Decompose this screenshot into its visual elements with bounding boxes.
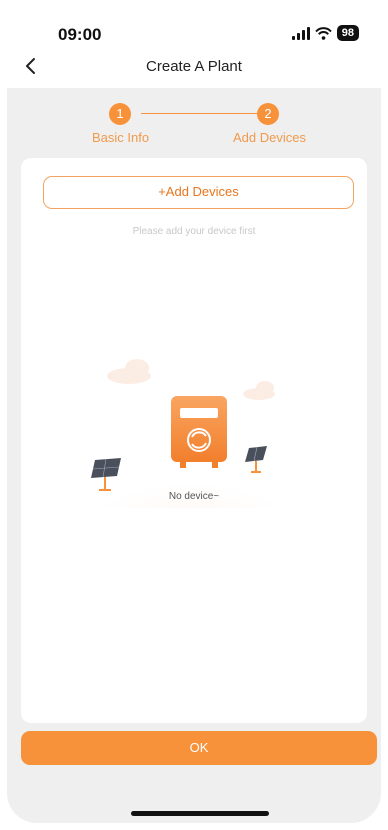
battery-icon: 98 <box>336 25 359 41</box>
step-2-circle: 2 <box>257 103 279 125</box>
add-devices-button[interactable]: +Add Devices <box>43 176 354 209</box>
empty-state-text: No device~ <box>168 491 220 502</box>
device-card: +Add Devices Please add your device firs… <box>21 158 367 723</box>
status-icons: 98 <box>291 24 359 42</box>
status-time: 09:00 <box>58 25 102 44</box>
step-2-label: Add Devices <box>233 130 306 145</box>
home-indicator <box>131 811 269 816</box>
step-1-label: Basic Info <box>92 130 150 145</box>
signal-icon <box>291 26 310 40</box>
step-connector <box>141 113 257 114</box>
phone-screen: 09:00 98 Create A Plant 1 2 Basic Info A… <box>7 8 381 823</box>
inverter-icon <box>171 396 227 468</box>
stepper: 1 2 Basic Info Add Devices <box>7 103 381 153</box>
step-1-circle: 1 <box>109 103 131 125</box>
empty-state-illustration <box>81 359 301 508</box>
top-bar <box>7 8 381 88</box>
page-title: Create A Plant <box>146 58 242 75</box>
cloud-icon <box>107 359 275 400</box>
ok-button[interactable]: OK <box>21 731 377 765</box>
wifi-icon <box>315 26 332 40</box>
add-device-hint: Please add your device first <box>132 226 256 237</box>
